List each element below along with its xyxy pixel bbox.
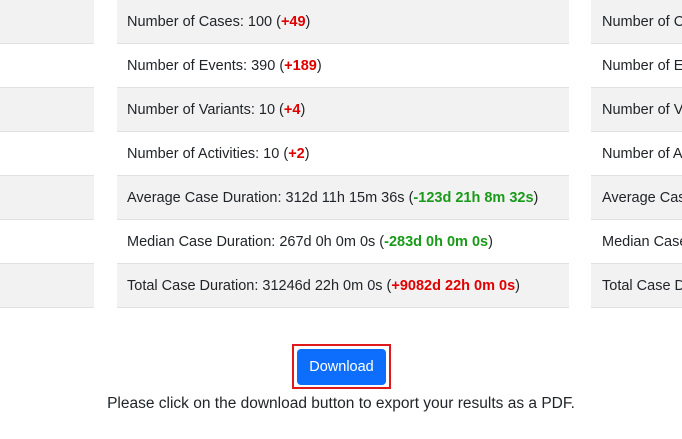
stat-row: Number of V bbox=[591, 88, 682, 132]
stat-row-cases: Number of Cases: 100 (+49) bbox=[117, 0, 569, 44]
stat-label: Average Cas bbox=[602, 189, 682, 206]
stat-row bbox=[0, 0, 94, 44]
stat-label: Number of Events: 390 bbox=[127, 57, 276, 74]
stat-row bbox=[0, 220, 94, 264]
right-stats-column: Number of C Number of E Number of V Numb… bbox=[591, 0, 682, 308]
stat-delta: -283d 0h 0m 0s bbox=[384, 233, 489, 250]
stat-row: Number of A bbox=[591, 132, 682, 176]
stat-delta: +9082d 22h 0m 0s bbox=[391, 277, 516, 294]
stat-delta: +2 bbox=[288, 145, 305, 162]
stat-row-variants: Number of Variants: 10 (+4) bbox=[117, 88, 569, 132]
stat-row-average-duration: Average Case Duration: 312d 11h 15m 36s … bbox=[117, 176, 569, 220]
stat-row: Average Cas bbox=[591, 176, 682, 220]
left-stats-column bbox=[0, 0, 94, 308]
stat-label: Number of Activities: 10 bbox=[127, 145, 280, 162]
download-highlight: Download bbox=[292, 344, 391, 389]
stat-delta: +49 bbox=[280, 13, 306, 30]
stat-label: Median Case bbox=[602, 233, 682, 250]
stat-row bbox=[0, 88, 94, 132]
stat-row-median-duration: Median Case Duration: 267d 0h 0m 0s (-28… bbox=[117, 220, 569, 264]
stat-label: Number of Variants: 10 bbox=[127, 101, 276, 118]
stat-row bbox=[0, 44, 94, 88]
stat-label: Median Case Duration: 267d 0h 0m 0s bbox=[127, 233, 376, 250]
stat-row: Number of C bbox=[591, 0, 682, 44]
stat-row bbox=[0, 132, 94, 176]
stat-row: Total Case D bbox=[591, 264, 682, 308]
middle-stats-column: Number of Cases: 100 (+49) Number of Eve… bbox=[117, 0, 569, 308]
stat-row bbox=[0, 264, 94, 308]
stat-delta: -123d 21h 8m 32s bbox=[413, 189, 534, 206]
download-button[interactable]: Download bbox=[297, 348, 386, 385]
download-instructions: Please click on the download button to e… bbox=[107, 395, 575, 412]
stat-label: Number of A bbox=[602, 145, 682, 162]
stat-label: Number of V bbox=[602, 101, 682, 118]
stat-row-events: Number of Events: 390 (+189) bbox=[117, 44, 569, 88]
stat-label: Number of E bbox=[602, 57, 682, 74]
stat-delta: +189 bbox=[284, 57, 317, 74]
stat-row-activities: Number of Activities: 10 (+2) bbox=[117, 132, 569, 176]
stat-row bbox=[0, 176, 94, 220]
stat-label: Total Case D bbox=[602, 277, 682, 294]
stat-label: Average Case Duration: 312d 11h 15m 36s bbox=[127, 189, 405, 206]
stat-label: Number of Cases: 100 bbox=[127, 13, 273, 30]
stat-row: Number of E bbox=[591, 44, 682, 88]
stat-label: Total Case Duration: 31246d 22h 0m 0s bbox=[127, 277, 383, 294]
stat-delta: +4 bbox=[283, 101, 301, 118]
stat-label: Number of C bbox=[602, 13, 682, 30]
stat-row: Median Case bbox=[591, 220, 682, 264]
stat-row-total-duration: Total Case Duration: 31246d 22h 0m 0s (+… bbox=[117, 264, 569, 308]
